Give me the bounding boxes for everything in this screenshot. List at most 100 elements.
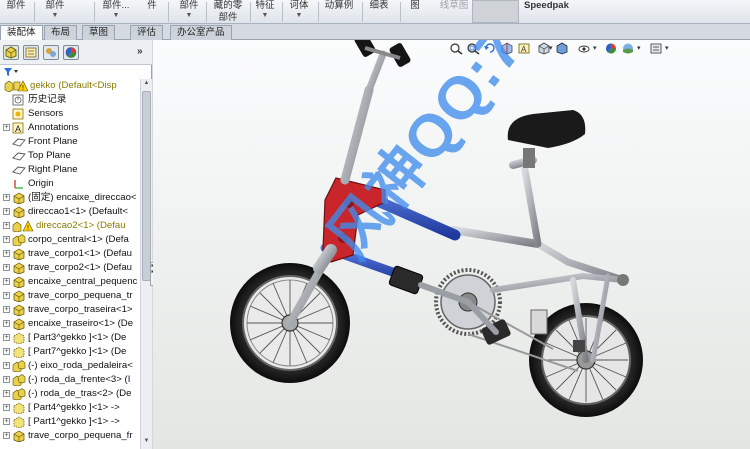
tree-item[interactable]: Origin (0, 177, 140, 191)
tree-expand-toggle[interactable]: + (3, 404, 10, 411)
display-manager-icon[interactable] (63, 45, 79, 60)
panel-toolbar: » (0, 40, 152, 65)
tree-item[interactable]: +! direccao2<1> (Defau (0, 219, 140, 233)
tree-expand-toggle[interactable]: + (3, 432, 10, 439)
tree-expand-toggle[interactable]: + (3, 376, 10, 383)
part-icon (12, 318, 25, 331)
tree-item-label: corpo_central<1> (Defa (28, 234, 129, 245)
configuration-manager-icon[interactable] (43, 45, 59, 60)
tree-item[interactable]: + trave_corpo2<1> (Defau (0, 261, 140, 275)
tree-item[interactable]: + trave_corpo_pequena_fr (0, 429, 140, 443)
tree-item[interactable]: + (-) roda_de_tras<2> (De (0, 387, 140, 401)
tree-item[interactable]: + trave_corpo1<1> (Defau (0, 247, 140, 261)
tree-item[interactable]: Right Plane (0, 163, 140, 177)
tab-layout[interactable]: 布局 (44, 25, 78, 40)
tree-expand-toggle[interactable]: + (3, 390, 10, 397)
part-icon (12, 248, 25, 261)
tree-item-label: [ Part4^gekko ]<1> -> (28, 402, 120, 413)
part-icon (12, 304, 25, 317)
ribbon-item-drawing[interactable]: 图 (408, 0, 422, 24)
tree-expand-toggle[interactable]: + (3, 306, 10, 313)
tree-item-label: encaixe_central_pequenc (28, 276, 138, 287)
virtual-part-icon (12, 346, 25, 359)
tree-expand-toggle[interactable]: + (3, 222, 10, 229)
ribbon-item-speedpak[interactable]: Speedpak (524, 0, 569, 24)
tree-expand-toggle[interactable]: + (3, 418, 10, 425)
tree-item[interactable]: ! gekko (Default<Disp (0, 79, 140, 93)
subassembly-icon (12, 388, 26, 401)
tree-item[interactable]: Top Plane (0, 149, 140, 163)
tree-item-label: (固定) encaixe_direccao< (28, 192, 137, 203)
tree-item-label: Top Plane (28, 150, 71, 161)
tree-item[interactable]: + corpo_central<1> (Defa (0, 233, 140, 247)
graphics-area[interactable]: A ▾ ▾ ▾ ▾ 风神QQ:7615339 (153, 40, 750, 449)
tree-item-label: direccao2<1> (Defau (36, 220, 126, 231)
tree-item[interactable]: + (-) eixo_roda_pedaleira< (0, 359, 140, 373)
plane-icon (12, 164, 26, 176)
tree-item[interactable]: + [ Part7^gekko ]<1> (De (0, 345, 140, 359)
tab-office-products[interactable]: 办公室产品 (170, 25, 232, 40)
ribbon-item-4[interactable]: 件 (144, 0, 160, 24)
ribbon-item-motion-study[interactable]: 动算例 (322, 0, 356, 24)
feature-manager-tab-icon[interactable] (3, 45, 19, 60)
tree-item[interactable]: + encaixe_central_pequenc (0, 275, 140, 289)
tree-item[interactable]: + A Annotations (0, 121, 140, 135)
tree-item[interactable]: + direccao1<1> (Default< (0, 205, 140, 219)
tree-item-label: trave_corpo_pequena_fr (28, 430, 133, 441)
ribbon-item-3[interactable]: 部件... ▼ (100, 0, 132, 24)
tree-expand-toggle[interactable]: + (3, 194, 10, 201)
ribbon-blank-button[interactable] (472, 0, 519, 23)
tree-expand-toggle[interactable]: + (3, 348, 10, 355)
tree-item[interactable]: 历史记录 (0, 93, 140, 107)
scroll-up-arrow[interactable]: ▲ (142, 80, 151, 90)
tab-assembly[interactable]: 装配体 (0, 25, 43, 41)
tree-expand-toggle[interactable]: + (3, 250, 10, 257)
feature-manager-panel: » ! gekko (Default<Disp 历史记录 Sensors + A Annot… (0, 40, 152, 449)
command-tabs: 装配体 布局 草图 评估 办公室产品 (0, 24, 750, 41)
tree-expand-toggle[interactable]: + (3, 320, 10, 327)
ribbon-item-bom[interactable]: 细表 (368, 0, 390, 24)
tree-item[interactable]: + (-) roda_da_frente<3> (I (0, 373, 140, 387)
tree-expand-toggle[interactable]: + (3, 236, 10, 243)
tree-item[interactable]: + trave_corpo_traseira<1> (0, 303, 140, 317)
tree-item[interactable]: + [ Part1^gekko ]<1> -> (0, 415, 140, 429)
tree-item-label: Sensors (28, 108, 64, 119)
ribbon-item-hidden-components[interactable]: 藏的零部件▼ (210, 0, 246, 31)
tree-expand-toggle[interactable]: + (3, 362, 10, 369)
tree-expand-toggle[interactable]: + (3, 264, 10, 271)
tree-expand-toggle[interactable]: + (3, 334, 10, 341)
tree-item-label: (-) roda_de_tras<2> (De (28, 388, 132, 399)
tree-item[interactable]: + trave_corpo_pequena_tr (0, 289, 140, 303)
ribbon-item-features[interactable]: 特征 ▼ (254, 0, 276, 24)
ribbon-item-1[interactable]: 部件 (2, 0, 30, 24)
tree-item[interactable]: Front Plane (0, 135, 140, 149)
tree-item[interactable]: + [ Part4^gekko ]<1> -> (0, 401, 140, 415)
tree-expand-toggle[interactable]: + (3, 292, 10, 299)
scroll-down-arrow[interactable]: ▼ (142, 438, 151, 448)
tree-item-label: [ Part1^gekko ]<1> -> (28, 416, 120, 427)
tree-item-label: Origin (28, 178, 54, 189)
scroll-thumb[interactable] (142, 91, 151, 281)
ribbon-item-2[interactable]: 部件 ▼ (42, 0, 68, 24)
origin-icon (12, 178, 24, 190)
tree-expand-toggle[interactable]: + (3, 208, 10, 215)
expand-panel-button[interactable]: » (137, 46, 143, 57)
part-icon (12, 206, 25, 219)
tree-item-label: trave_corpo1<1> (Defau (28, 248, 132, 259)
plane-icon (12, 136, 26, 148)
tree-item[interactable]: + (固定) encaixe_direccao< (0, 191, 140, 205)
tree-item-label: direccao1<1> (Default< (28, 206, 128, 217)
tab-sketch[interactable]: 草图 (82, 25, 116, 40)
tree-item-label: [ Part3^gekko ]<1> (De (28, 332, 127, 343)
tab-evaluate[interactable]: 评估 (130, 25, 164, 40)
tree-item[interactable]: + [ Part3^gekko ]<1> (De (0, 331, 140, 345)
tree-item[interactable]: Sensors (0, 107, 140, 121)
property-manager-icon[interactable] (23, 45, 39, 60)
part-icon (12, 276, 25, 289)
tree-expand-toggle[interactable]: + (3, 124, 10, 131)
tree-item[interactable]: + encaixe_traseiro<1> (De (0, 317, 140, 331)
tree-expand-toggle[interactable]: + (3, 278, 10, 285)
ribbon-item-5[interactable]: 部件 ▼ (176, 0, 202, 24)
ribbon-item-body[interactable]: 诃体 ▼ (288, 0, 310, 24)
ribbon-item-line-sketch[interactable]: 线草图 (438, 0, 470, 24)
